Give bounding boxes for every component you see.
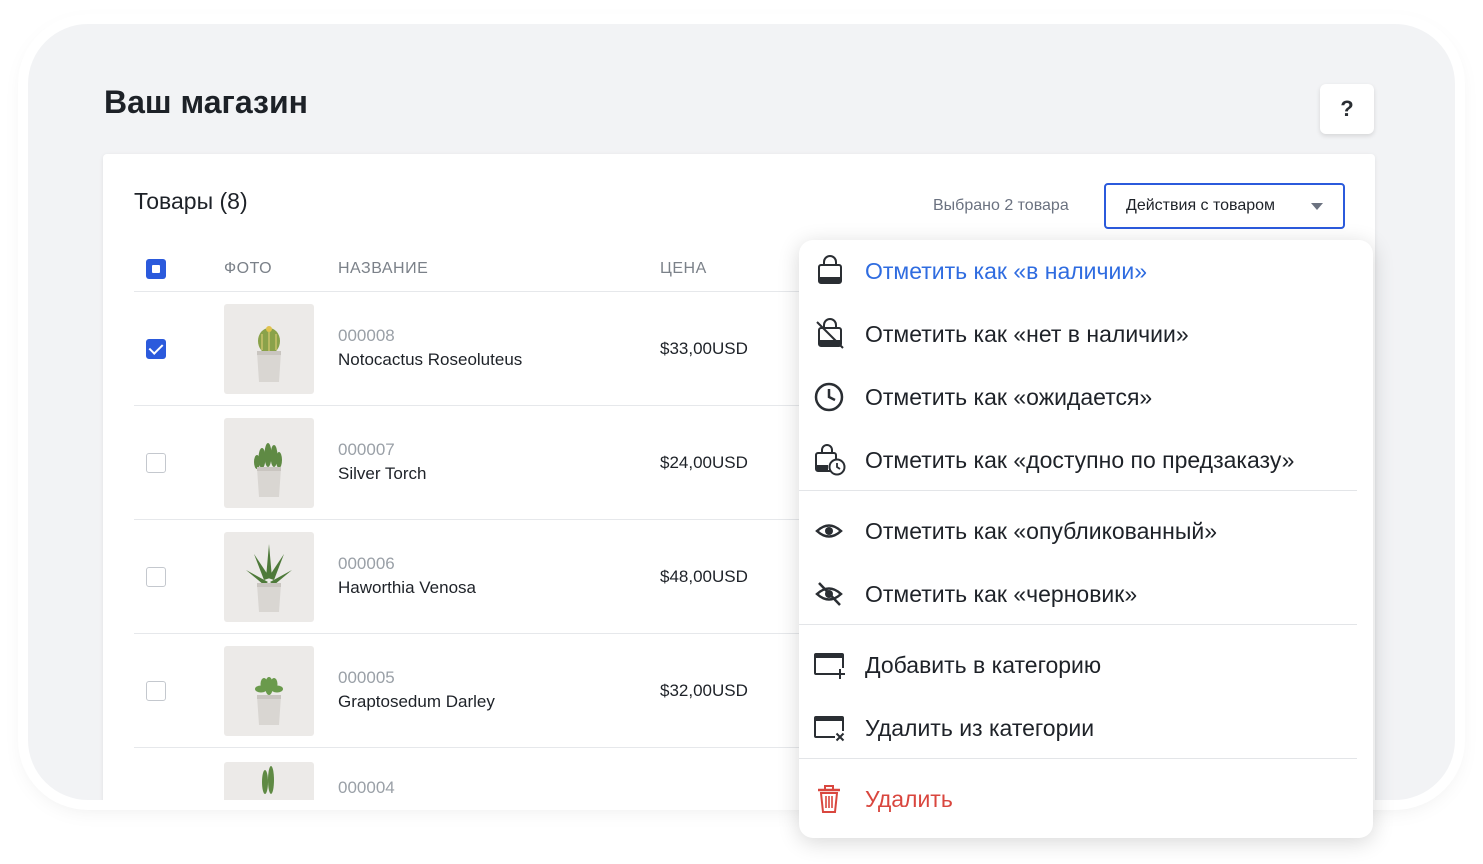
row-checkbox[interactable] <box>146 453 166 473</box>
product-name[interactable]: Silver Torch <box>338 464 427 484</box>
product-name[interactable]: Haworthia Venosa <box>338 578 476 598</box>
menu-item-label: Отметить как «нет в наличии» <box>865 321 1189 347</box>
trash-icon <box>818 785 840 813</box>
page-title: Ваш магазин <box>104 84 308 120</box>
cactus-plant-icon <box>257 326 281 382</box>
haworthia-plant-icon <box>246 544 292 612</box>
menu-item-in-stock[interactable]: Отметить как «в наличии» <box>799 242 1373 298</box>
shopping-bag-icon <box>818 255 842 284</box>
product-name[interactable]: Notocactus Roseoluteus <box>338 350 522 370</box>
product-price: $24,00USD <box>660 453 748 472</box>
product-sku: 000004 <box>338 778 395 797</box>
product-name[interactable]: Graptosedum Darley <box>338 692 495 712</box>
menu-item-preorder[interactable]: Отметить как «доступно по предзаказу» <box>799 431 1373 487</box>
product-sku: 000006 <box>338 554 395 573</box>
product-price: $32,00USD <box>660 681 748 700</box>
menu-item-label: Отметить как «опубликованный» <box>865 518 1218 544</box>
product-sku: 000005 <box>338 668 395 687</box>
menu-item-label: Отметить как «в наличии» <box>865 258 1147 284</box>
product-price: $33,00USD <box>660 339 748 358</box>
bag-clock-icon <box>815 444 846 476</box>
product-sku: 000007 <box>338 440 395 459</box>
menu-item-label: Отметить как «черновик» <box>865 581 1138 607</box>
product-photo <box>224 532 314 622</box>
product-photo <box>224 762 314 800</box>
product-actions-label: Действия с товаром <box>1126 197 1276 214</box>
menu-divider <box>799 624 1357 625</box>
menu-divider <box>799 490 1357 491</box>
product-actions-dropdown[interactable]: Действия с товаром <box>1104 183 1345 229</box>
products-title: Товары (8) <box>134 188 248 214</box>
product-sku: 000008 <box>338 326 395 345</box>
menu-item-published[interactable]: Отметить как «опубликованный» <box>799 502 1373 558</box>
menu-item-expected[interactable]: Отметить как «ожидается» <box>799 368 1373 424</box>
clock-icon <box>814 382 844 412</box>
menu-item-label: Удалить из категории <box>865 715 1095 741</box>
row-checkbox[interactable] <box>146 567 166 587</box>
folder-plus-icon <box>814 653 846 679</box>
menu-item-delete[interactable]: Удалить <box>799 770 1373 826</box>
succulent-plant-icon <box>254 443 282 497</box>
menu-divider <box>799 758 1357 759</box>
row-checkbox[interactable] <box>146 339 166 359</box>
product-photo <box>224 304 314 394</box>
caret-down-icon <box>1311 203 1323 210</box>
product-actions-menu: Отметить как «в наличии» Отметить как «н… <box>799 240 1373 838</box>
eye-slash-icon <box>815 582 843 606</box>
menu-item-draft[interactable]: Отметить как «черновик» <box>799 565 1373 621</box>
product-photo <box>224 418 314 508</box>
menu-item-label: Удалить <box>865 786 953 812</box>
succulent-plant-icon <box>262 766 274 794</box>
row-checkbox[interactable] <box>146 681 166 701</box>
menu-item-label: Добавить в категорию <box>865 652 1102 678</box>
menu-item-add-category[interactable]: Добавить в категорию <box>799 636 1373 692</box>
menu-item-label: Отметить как «доступно по предзаказу» <box>865 447 1295 473</box>
menu-item-label: Отметить как «ожидается» <box>865 384 1153 410</box>
folder-remove-icon <box>814 716 846 742</box>
column-price: ЦЕНА <box>660 260 707 277</box>
product-price: $48,00USD <box>660 567 748 586</box>
eye-icon <box>815 524 843 538</box>
column-name: НАЗВАНИЕ <box>338 260 429 277</box>
rosette-succulent-icon <box>255 677 283 725</box>
help-button[interactable]: ? <box>1320 84 1374 134</box>
bag-slash-icon <box>816 318 844 349</box>
selected-count: Выбрано 2 товара <box>933 197 1069 214</box>
select-all-checkbox[interactable] <box>146 259 166 279</box>
column-photo: ФОТО <box>224 260 273 277</box>
menu-item-remove-category[interactable]: Удалить из категории <box>799 699 1373 755</box>
menu-item-out-of-stock[interactable]: Отметить как «нет в наличии» <box>799 305 1373 361</box>
product-photo <box>224 646 314 736</box>
